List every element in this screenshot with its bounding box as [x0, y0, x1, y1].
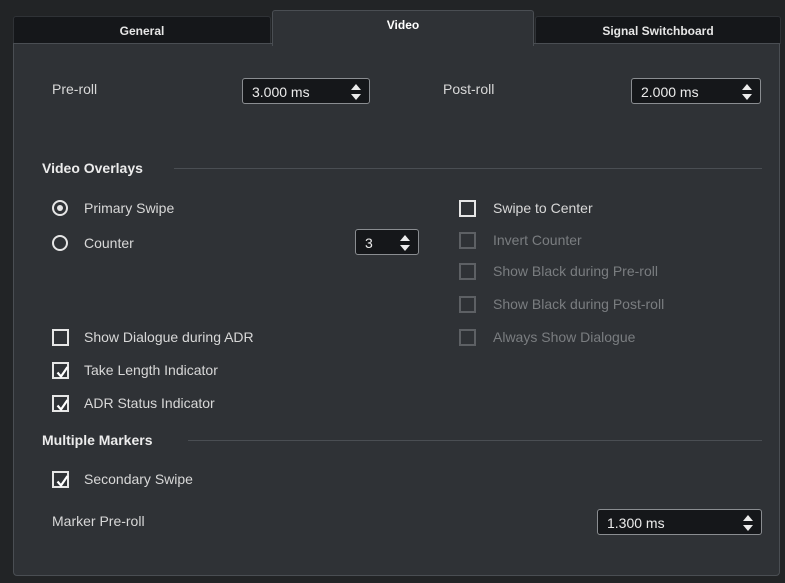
- checkmark-icon: [56, 475, 69, 488]
- counter-radio[interactable]: [52, 235, 68, 251]
- swipe-to-center-label: Swipe to Center: [493, 200, 593, 216]
- postroll-spinbox[interactable]: 2.000 ms: [631, 78, 761, 104]
- spin-arrows-icon[interactable]: [743, 515, 753, 531]
- swipe-to-center-checkbox[interactable]: [459, 200, 476, 217]
- invert-counter-checkbox[interactable]: [459, 232, 476, 249]
- section-divider: [188, 440, 762, 441]
- checkmark-icon: [56, 399, 69, 412]
- adr-status-indicator-label: ADR Status Indicator: [84, 395, 215, 411]
- section-divider: [174, 168, 762, 169]
- tab-video[interactable]: Video: [272, 10, 534, 46]
- preroll-value: 3.000 ms: [252, 84, 310, 100]
- take-length-indicator-label: Take Length Indicator: [84, 362, 218, 378]
- counter-label: Counter: [84, 235, 134, 251]
- primary-swipe-radio[interactable]: [52, 200, 68, 216]
- preroll-spinbox[interactable]: 3.000 ms: [242, 78, 370, 104]
- show-dialogue-adr-label: Show Dialogue during ADR: [84, 329, 254, 345]
- tab-signal-switchboard[interactable]: Signal Switchboard: [535, 16, 781, 44]
- primary-swipe-label: Primary Swipe: [84, 200, 175, 216]
- take-length-indicator-checkbox[interactable]: [52, 362, 69, 379]
- marker-preroll-spinbox[interactable]: 1.300 ms: [597, 509, 762, 535]
- show-dialogue-adr-checkbox[interactable]: [52, 329, 69, 346]
- always-show-dialogue-checkbox[interactable]: [459, 329, 476, 346]
- video-settings-panel: Pre-roll 3.000 ms Post-roll 2.000 ms Vid…: [13, 43, 780, 576]
- show-black-postroll-checkbox[interactable]: [459, 296, 476, 313]
- invert-counter-label: Invert Counter: [493, 232, 582, 248]
- checkmark-icon: [56, 366, 69, 379]
- counter-spinbox[interactable]: 3: [355, 229, 419, 255]
- counter-value: 3: [365, 235, 373, 251]
- show-black-preroll-checkbox[interactable]: [459, 263, 476, 280]
- spin-arrows-icon[interactable]: [400, 235, 410, 251]
- show-black-preroll-label: Show Black during Pre-roll: [493, 263, 658, 279]
- secondary-swipe-checkbox[interactable]: [52, 471, 69, 488]
- multiple-markers-heading: Multiple Markers: [42, 432, 153, 448]
- tab-bar: General Video Signal Switchboard: [13, 10, 781, 46]
- postroll-value: 2.000 ms: [641, 84, 699, 100]
- tab-general[interactable]: General: [13, 16, 271, 44]
- marker-preroll-value: 1.300 ms: [607, 515, 665, 531]
- secondary-swipe-label: Secondary Swipe: [84, 471, 193, 487]
- marker-preroll-label: Marker Pre-roll: [52, 513, 145, 529]
- radio-selected-dot: [57, 205, 63, 211]
- spin-arrows-icon[interactable]: [351, 84, 361, 100]
- adr-status-indicator-checkbox[interactable]: [52, 395, 69, 412]
- show-black-postroll-label: Show Black during Post-roll: [493, 296, 665, 312]
- video-overlays-heading: Video Overlays: [42, 160, 143, 176]
- always-show-dialogue-label: Always Show Dialogue: [493, 329, 636, 345]
- spin-arrows-icon[interactable]: [742, 84, 752, 100]
- preroll-label: Pre-roll: [52, 81, 98, 97]
- postroll-label: Post-roll: [443, 81, 495, 97]
